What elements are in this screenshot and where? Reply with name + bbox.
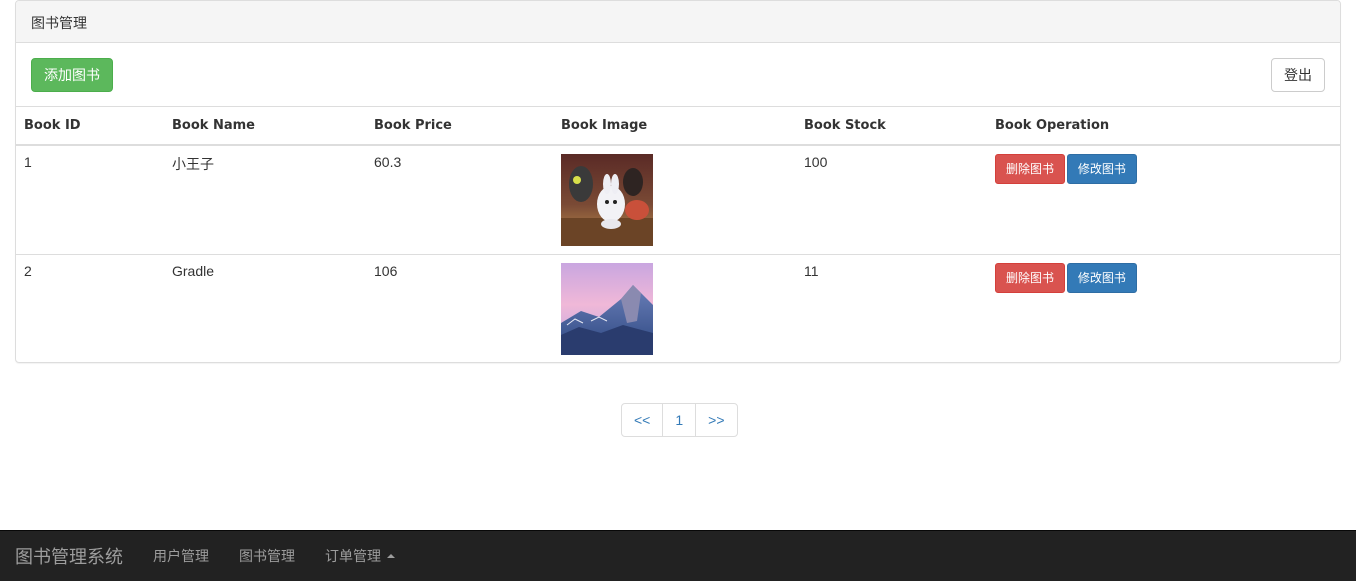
book-stock-cell: 100 — [804, 154, 828, 170]
add-book-button[interactable]: 添加图书 — [31, 58, 113, 92]
pagination-prev-link[interactable]: << — [621, 403, 664, 437]
panel-title: 图书管理 — [16, 1, 1340, 43]
header-book-operation: Book Operation — [987, 107, 1340, 146]
book-image-cell — [553, 145, 796, 255]
book-image-mountain-landscape — [561, 263, 653, 355]
book-image-cartoon-bunny — [561, 154, 653, 246]
header-book-stock: Book Stock — [796, 107, 987, 146]
book-operation-cell: 删除图书 修改图书 — [987, 254, 1340, 362]
caret-up-icon — [387, 554, 395, 558]
delete-book-button[interactable]: 删除图书 — [995, 263, 1066, 293]
book-id-cell: 1 — [24, 154, 32, 170]
book-id-cell: 2 — [16, 254, 164, 362]
book-price-cell: 60.3 — [374, 154, 402, 170]
nav-item-book-management[interactable]: 图书管理 — [224, 546, 310, 566]
header-book-price: Book Price — [366, 107, 553, 146]
nav-item-label: 订单管理 — [325, 548, 381, 564]
book-price-cell: 106 — [366, 254, 553, 362]
table-header-row: Book ID Book Name Book Price Book Image … — [16, 107, 1340, 146]
logout-button[interactable]: 登出 — [1271, 58, 1325, 92]
table-row: 1 小王子 60.3 100 删除图书 修改图书 — [16, 145, 1340, 255]
nav-item-label: 用户管理 — [153, 548, 209, 564]
books-table: Book ID Book Name Book Price Book Image … — [16, 107, 1340, 362]
pagination-page-link[interactable]: 1 — [662, 403, 697, 437]
bottom-navbar: 图书管理系统 用户管理 图书管理 订单管理 — [0, 530, 1356, 581]
header-book-name: Book Name — [164, 107, 366, 146]
nav-item-order-management[interactable]: 订单管理 — [310, 546, 410, 566]
nav-item-label: 图书管理 — [239, 548, 295, 564]
panel-toolbar: 添加图书 登出 — [16, 43, 1340, 107]
table-row: 2 Gradle 106 11 删除图书 修改图书 — [16, 254, 1340, 362]
book-operation-cell: 删除图书 修改图书 — [987, 145, 1340, 255]
nav-item-user-management[interactable]: 用户管理 — [138, 546, 224, 566]
delete-book-button[interactable]: 删除图书 — [995, 154, 1066, 184]
book-image-cell — [553, 254, 796, 362]
header-book-image: Book Image — [553, 107, 796, 146]
edit-book-button[interactable]: 修改图书 — [1066, 154, 1137, 184]
book-name-cell: Gradle — [164, 254, 366, 362]
book-management-panel: 图书管理 添加图书 登出 Book ID Book Name Book Pric… — [15, 0, 1341, 363]
pagination: << 1 >> — [621, 403, 738, 437]
navbar-brand[interactable]: 图书管理系统 — [15, 543, 123, 569]
edit-book-button[interactable]: 修改图书 — [1066, 263, 1137, 293]
book-stock-cell: 11 — [796, 254, 987, 362]
pagination-next-link[interactable]: >> — [695, 403, 738, 437]
header-book-id: Book ID — [16, 107, 164, 146]
book-name-cell: 小王子 — [172, 156, 214, 172]
